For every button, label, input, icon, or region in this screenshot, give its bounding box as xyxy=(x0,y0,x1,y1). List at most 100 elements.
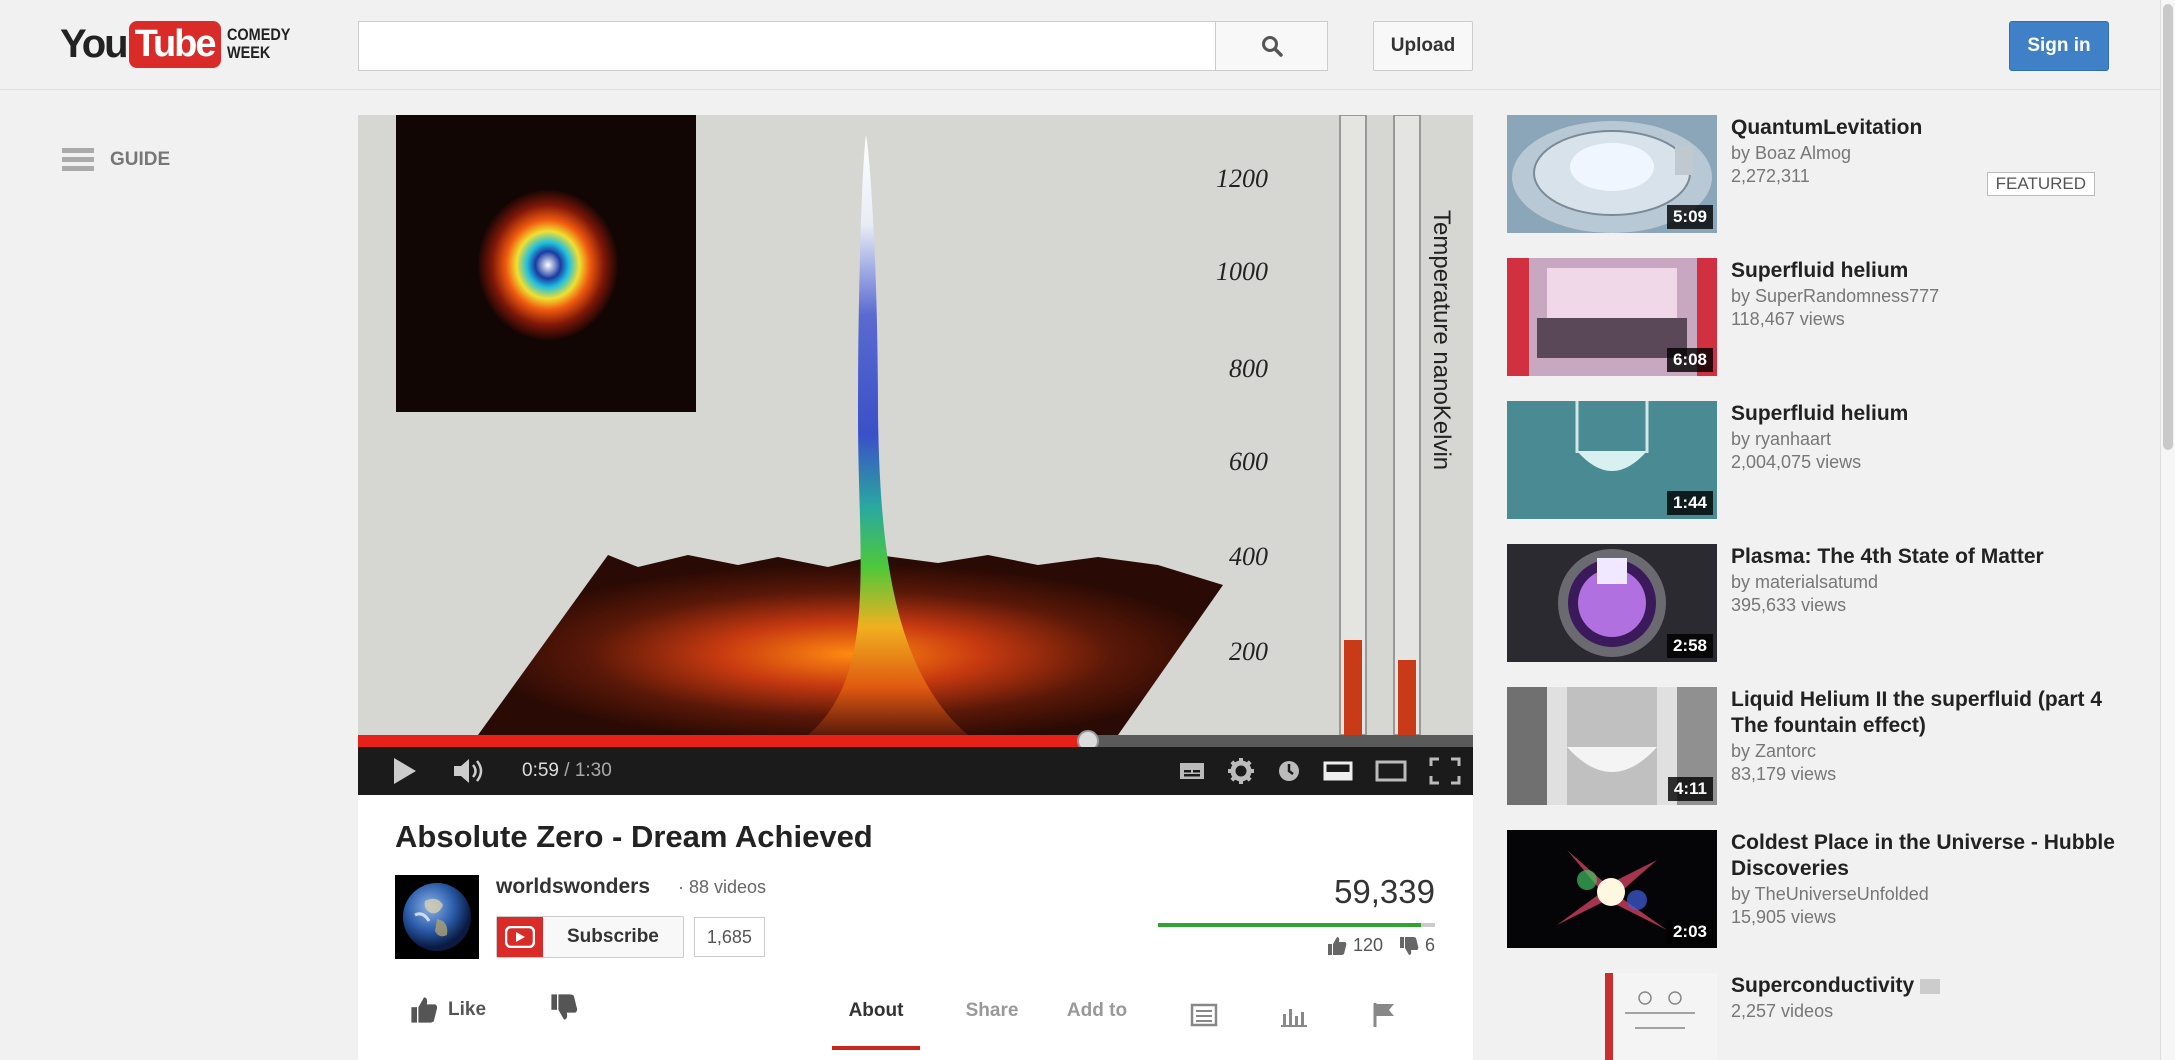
flag-icon xyxy=(1373,1003,1394,1027)
like-label: Like xyxy=(448,999,487,1020)
small-player-icon xyxy=(1323,761,1353,781)
small-player-button[interactable] xyxy=(1323,761,1353,781)
volume-button[interactable] xyxy=(454,758,486,784)
duration-badge: 2:58 xyxy=(1666,634,1713,658)
rating-counts: 120 6 xyxy=(1327,935,1435,956)
video-thumbnail[interactable]: 1:44 xyxy=(1507,401,1717,519)
related-video-views: 395,633 views xyxy=(1731,595,1847,615)
channel-avatar[interactable] xyxy=(395,875,479,959)
earth-image xyxy=(395,875,479,959)
tab-about[interactable]: About xyxy=(832,990,920,1050)
gear-icon xyxy=(1228,758,1254,784)
video-player[interactable]: 1200 1000 800 600 400 200 Temperature na… xyxy=(358,115,1473,795)
scrollbar[interactable] xyxy=(2160,0,2175,1060)
related-video-title[interactable]: Plasma: The 4th State of Matter xyxy=(1731,544,2117,570)
sign-in-button[interactable]: Sign in xyxy=(2009,21,2109,71)
related-channel-videos: 2,257 videos xyxy=(1731,1001,1834,1021)
duration-badge: 1:44 xyxy=(1666,491,1713,515)
search-button[interactable] xyxy=(1215,21,1328,71)
overlay-tick: 800 xyxy=(1229,354,1268,383)
time-display: 0:59 / 1:30 xyxy=(522,760,612,781)
related-video[interactable]: 2:03 Coldest Place in the Universe - Hub… xyxy=(1507,830,2117,948)
related-video-title[interactable]: Liquid Helium II the superfluid (part 4 … xyxy=(1731,687,2117,739)
featured-badge: FEATURED xyxy=(1986,172,2095,196)
tab-add-to[interactable]: Add to xyxy=(1062,990,1132,1050)
related-channel-title[interactable]: Superconductivity xyxy=(1731,973,2117,999)
channel-title-text: Superconductivity xyxy=(1731,974,1915,997)
thumbs-up-icon xyxy=(411,997,438,1023)
dislike-button[interactable] xyxy=(550,993,578,1027)
like-button[interactable]: Like xyxy=(410,996,486,1024)
overlay-tick: 1000 xyxy=(1216,257,1268,286)
logo-tube-text: Tube xyxy=(128,20,221,68)
related-video-author: by Zantorc xyxy=(1731,741,1817,761)
transcript-icon xyxy=(1190,1003,1218,1027)
logo-sub-line1: COMEDY xyxy=(226,25,290,44)
video-thumbnail[interactable]: 2:58 xyxy=(1507,544,1717,662)
related-video[interactable]: 1:44 Superfluid helium by ryanhaart 2,00… xyxy=(1507,401,2117,519)
play-button[interactable] xyxy=(394,758,416,784)
video-frame[interactable]: 1200 1000 800 600 400 200 Temperature na… xyxy=(358,115,1473,735)
search-icon xyxy=(1261,36,1283,57)
youtube-logo[interactable]: You Tube COMEDY WEEK xyxy=(60,20,301,68)
logo-sub-line2: WEEK xyxy=(226,43,270,62)
tab-statistics[interactable] xyxy=(1274,990,1314,1050)
overlay-tick: 1200 xyxy=(1216,164,1268,193)
related-video-views: 15,905 views xyxy=(1731,907,1837,927)
channel-thumbnail[interactable] xyxy=(1605,973,1717,1060)
related-video-views: 118,467 views xyxy=(1731,309,1845,329)
video-thumbnail[interactable]: 6:08 xyxy=(1507,258,1717,376)
related-video-title[interactable]: Superfluid helium xyxy=(1731,258,2117,284)
overlay-tick: 600 xyxy=(1229,447,1268,476)
channel-video-count[interactable]: · 88 videos xyxy=(678,877,766,898)
subscribe-button[interactable]: Subscribe xyxy=(496,916,684,958)
related-video-author: by materialsatumd xyxy=(1731,572,1879,592)
settings-button[interactable] xyxy=(1227,757,1255,785)
related-video-title[interactable]: Superfluid helium xyxy=(1731,401,2117,427)
related-video-title[interactable]: Coldest Place in the Universe - Hubble D… xyxy=(1731,830,2117,882)
progress-bar[interactable] xyxy=(358,730,1473,752)
statistics-icon xyxy=(1281,1009,1307,1027)
view-count: 59,339 xyxy=(1334,873,1435,910)
tab-transcript[interactable] xyxy=(1184,990,1224,1050)
overlay-label: Temperature nanoKelvin xyxy=(1428,210,1455,470)
related-video[interactable]: 4:11 Liquid Helium II the superfluid (pa… xyxy=(1507,687,2117,805)
clock-icon xyxy=(1279,761,1299,781)
related-video-author: by Boaz Almog xyxy=(1731,143,1852,163)
related-video-author: by SuperRandomness777 xyxy=(1731,286,1940,306)
related-channel[interactable]: Superconductivity 2,257 videos xyxy=(1507,973,2117,1060)
related-video[interactable]: 5:09 QuantumLevitation by Boaz Almog 2,2… xyxy=(1507,115,2117,233)
scrollbar-thumb[interactable] xyxy=(2163,4,2173,450)
duration-badge: 4:11 xyxy=(1667,777,1713,801)
channel-name[interactable]: worldswonders xyxy=(496,875,650,899)
tab-report[interactable] xyxy=(1364,990,1404,1050)
current-time: 0:59 xyxy=(522,760,559,781)
video-thumbnail[interactable]: 4:11 xyxy=(1507,687,1717,805)
playlist-icon xyxy=(1920,978,1941,994)
video-info-panel: Absolute Zero - Dream Achieved worldswon… xyxy=(358,795,1473,1060)
subscriber-count: 1,685 xyxy=(693,917,765,957)
guide-button[interactable]: GUIDE xyxy=(62,144,170,175)
related-video-title[interactable]: QuantumLevitation xyxy=(1731,115,2117,141)
related-video-author: by ryanhaart xyxy=(1731,429,1832,449)
related-video-views: 83,179 views xyxy=(1731,764,1837,784)
fullscreen-button[interactable] xyxy=(1429,757,1461,785)
large-player-button[interactable] xyxy=(1375,760,1407,782)
likes-value: 120 xyxy=(1352,935,1383,955)
tab-share[interactable]: Share xyxy=(960,990,1024,1050)
captions-button[interactable] xyxy=(1179,761,1205,781)
large-player-icon xyxy=(1375,760,1407,782)
watch-later-button[interactable] xyxy=(1277,759,1301,783)
search-input[interactable] xyxy=(358,21,1216,71)
duration-badge: 2:03 xyxy=(1666,920,1713,944)
video-thumbnail[interactable]: 2:03 xyxy=(1507,830,1717,948)
video-thumbnail[interactable]: 5:09 xyxy=(1507,115,1717,233)
hamburger-icon xyxy=(62,144,94,175)
upload-button[interactable]: Upload xyxy=(1373,21,1473,71)
overlay-tick: 200 xyxy=(1229,637,1268,666)
progress-fill xyxy=(358,735,1089,747)
related-video[interactable]: 6:08 Superfluid helium by SuperRandomnes… xyxy=(1507,258,2117,376)
video-still: 1200 1000 800 600 400 200 Temperature na… xyxy=(358,115,1473,735)
subscribe-label: Subscribe xyxy=(567,926,659,947)
related-video[interactable]: 2:58 Plasma: The 4th State of Matter by … xyxy=(1507,544,2117,662)
